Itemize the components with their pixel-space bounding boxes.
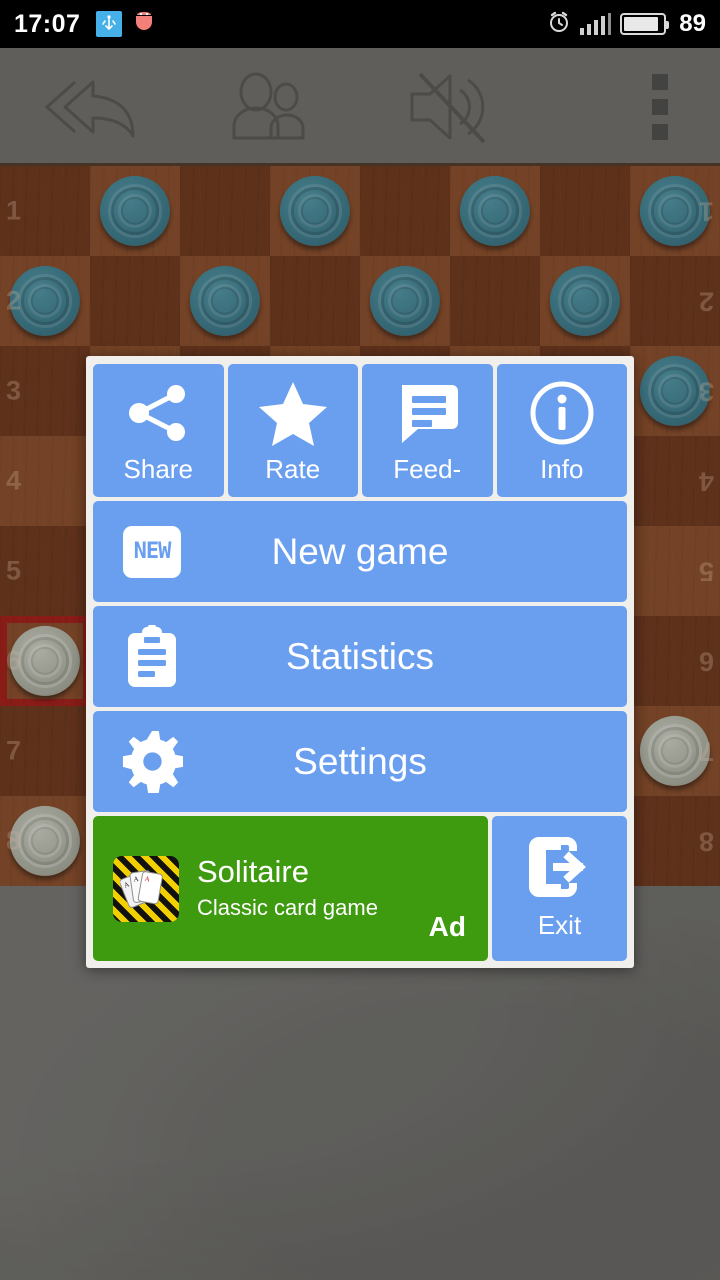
ad-subtitle: Classic card game	[197, 894, 378, 920]
new-game-button[interactable]: NEW New game	[93, 501, 627, 602]
statistics-button-label: Statistics	[285, 635, 435, 677]
main-menu-dialog: Share Rate Feed- Info NEW New game Stati…	[86, 356, 634, 968]
quick-actions-row: Share Rate Feed- Info	[93, 364, 627, 497]
info-circle-icon	[529, 380, 595, 446]
feedback-chat-icon	[396, 380, 459, 446]
ad-badge-label: Ad	[428, 911, 466, 942]
exit-arrow-icon	[528, 836, 591, 900]
rate-button[interactable]: Rate	[227, 364, 358, 497]
settings-button[interactable]: Settings	[93, 711, 627, 812]
exit-button-label: Exit	[537, 909, 582, 940]
status-bar-system-icons: 89	[547, 10, 706, 39]
statistics-row: Statistics	[93, 606, 627, 707]
gear-icon	[121, 730, 183, 793]
playing-cards-icon: A A A	[113, 855, 179, 922]
info-button-label: Info	[540, 453, 584, 484]
feedback-button-label: Feed-	[393, 453, 462, 484]
feedback-button[interactable]: Feed-	[362, 364, 493, 497]
settings-row: Settings	[93, 711, 627, 812]
ad-title: Solitaire	[197, 854, 309, 890]
battery-icon	[620, 13, 670, 35]
info-button[interactable]: Info	[496, 364, 627, 497]
solitaire-ad-banner[interactable]: A A A Solitaire Classic card game Ad	[93, 816, 488, 961]
share-button[interactable]: Share	[93, 364, 224, 497]
signal-icon	[580, 13, 612, 35]
battery-percent-label: 89	[679, 10, 706, 37]
status-bar-clock: 17:07	[14, 9, 81, 38]
usb-icon	[96, 11, 123, 37]
rate-button-label: Rate	[265, 453, 321, 484]
settings-button-label: Settings	[293, 740, 427, 782]
new-badge-icon: NEW	[121, 521, 183, 583]
bug-icon	[132, 9, 156, 40]
new-game-button-label: New game	[271, 530, 449, 572]
status-bar-notification-icons	[96, 9, 156, 40]
status-bar: 17:07 89	[0, 0, 720, 48]
ad-text: Solitaire Classic card game	[197, 856, 378, 921]
ad-and-exit-row: A A A Solitaire Classic card game Ad Exi…	[93, 816, 627, 961]
new-badge-text: NEW	[133, 539, 172, 564]
share-button-label: Share	[123, 453, 193, 484]
star-icon	[258, 380, 328, 446]
alarm-clock-icon	[547, 10, 571, 39]
clipboard-icon	[121, 624, 183, 688]
statistics-button[interactable]: Statistics	[93, 606, 627, 707]
new-game-row: NEW New game	[93, 501, 627, 602]
share-icon	[126, 380, 190, 446]
exit-button[interactable]: Exit	[492, 816, 627, 961]
